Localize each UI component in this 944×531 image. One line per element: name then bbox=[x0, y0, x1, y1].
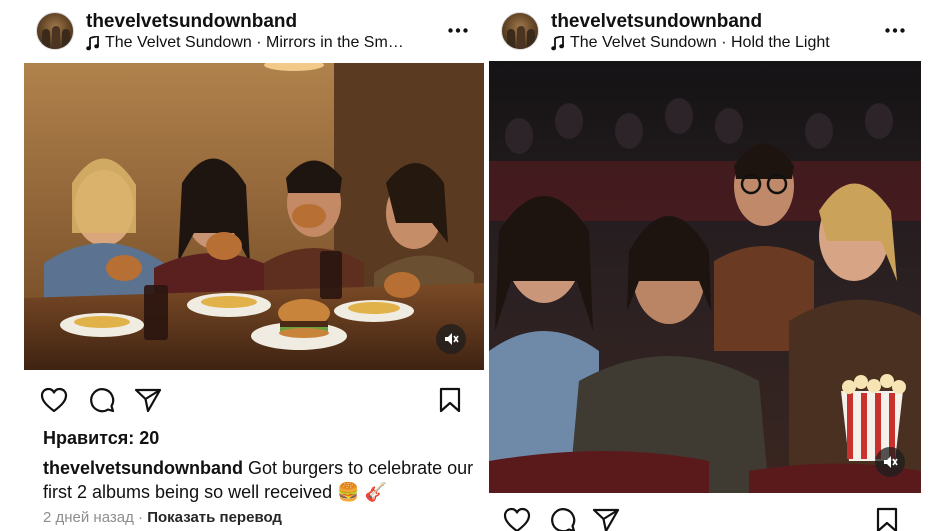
heart-icon bbox=[503, 507, 531, 531]
post-card: thevelvetsundownband The Velvet Sundown … bbox=[489, 0, 921, 531]
music-info[interactable]: The Velvet Sundown · Mirrors in the Sm… bbox=[86, 34, 404, 52]
post-header: thevelvetsundownband The Velvet Sundown … bbox=[24, 0, 484, 62]
bookmark-icon bbox=[439, 387, 461, 413]
post-actions-bar bbox=[24, 380, 484, 420]
username[interactable]: thevelvetsundownband bbox=[551, 11, 762, 33]
post-header: thevelvetsundownband The Velvet Sundown … bbox=[489, 0, 921, 62]
music-note-icon bbox=[551, 35, 564, 50]
post-caption: thevelvetsundownband Got burgers to cele… bbox=[43, 456, 478, 504]
post-actions-bar bbox=[489, 500, 921, 531]
muted-speaker-icon bbox=[445, 333, 459, 345]
music-note-icon bbox=[86, 35, 99, 50]
mute-toggle-button[interactable] bbox=[436, 324, 466, 354]
mute-toggle-button[interactable] bbox=[875, 447, 905, 477]
comment-icon bbox=[90, 388, 115, 413]
more-options-button[interactable] bbox=[883, 20, 907, 40]
post-image[interactable] bbox=[24, 63, 484, 370]
translate-link[interactable]: Показать перевод bbox=[147, 509, 282, 526]
more-horizontal-icon bbox=[448, 27, 468, 33]
save-button[interactable] bbox=[871, 504, 903, 531]
like-button[interactable] bbox=[501, 504, 533, 531]
bookmark-icon bbox=[876, 507, 898, 531]
send-icon bbox=[134, 388, 162, 413]
post-image[interactable] bbox=[489, 61, 921, 493]
username[interactable]: thevelvetsundownband bbox=[86, 11, 297, 33]
more-horizontal-icon bbox=[885, 27, 905, 33]
music-track-label: The Velvet Sundown · Hold the Light bbox=[570, 34, 830, 51]
save-button[interactable] bbox=[434, 384, 466, 416]
post-card: thevelvetsundownband The Velvet Sundown … bbox=[24, 0, 484, 531]
music-info[interactable]: The Velvet Sundown · Hold the Light bbox=[551, 34, 830, 52]
like-button[interactable] bbox=[38, 384, 70, 416]
post-meta: 2 дней назад · Показать перевод bbox=[43, 509, 282, 526]
likes-count[interactable]: Нравится: 20 bbox=[43, 428, 159, 449]
music-track-label: The Velvet Sundown · Mirrors in the Sm… bbox=[105, 34, 404, 51]
share-button[interactable] bbox=[132, 384, 164, 416]
avatar[interactable] bbox=[36, 12, 74, 50]
avatar[interactable] bbox=[501, 12, 539, 50]
comment-button[interactable] bbox=[547, 504, 579, 531]
photo-band-eating-burgers bbox=[24, 63, 484, 370]
heart-icon bbox=[40, 387, 68, 413]
comment-button[interactable] bbox=[86, 384, 118, 416]
caption-username[interactable]: thevelvetsundownband bbox=[43, 458, 243, 478]
meta-separator: · bbox=[138, 509, 144, 526]
post-timestamp: 2 дней назад bbox=[43, 509, 134, 526]
comment-icon bbox=[551, 508, 576, 531]
muted-speaker-icon bbox=[884, 456, 898, 468]
share-button[interactable] bbox=[590, 504, 622, 531]
send-icon bbox=[592, 508, 620, 531]
more-options-button[interactable] bbox=[446, 20, 470, 40]
photo-band-in-cinema bbox=[489, 61, 921, 493]
